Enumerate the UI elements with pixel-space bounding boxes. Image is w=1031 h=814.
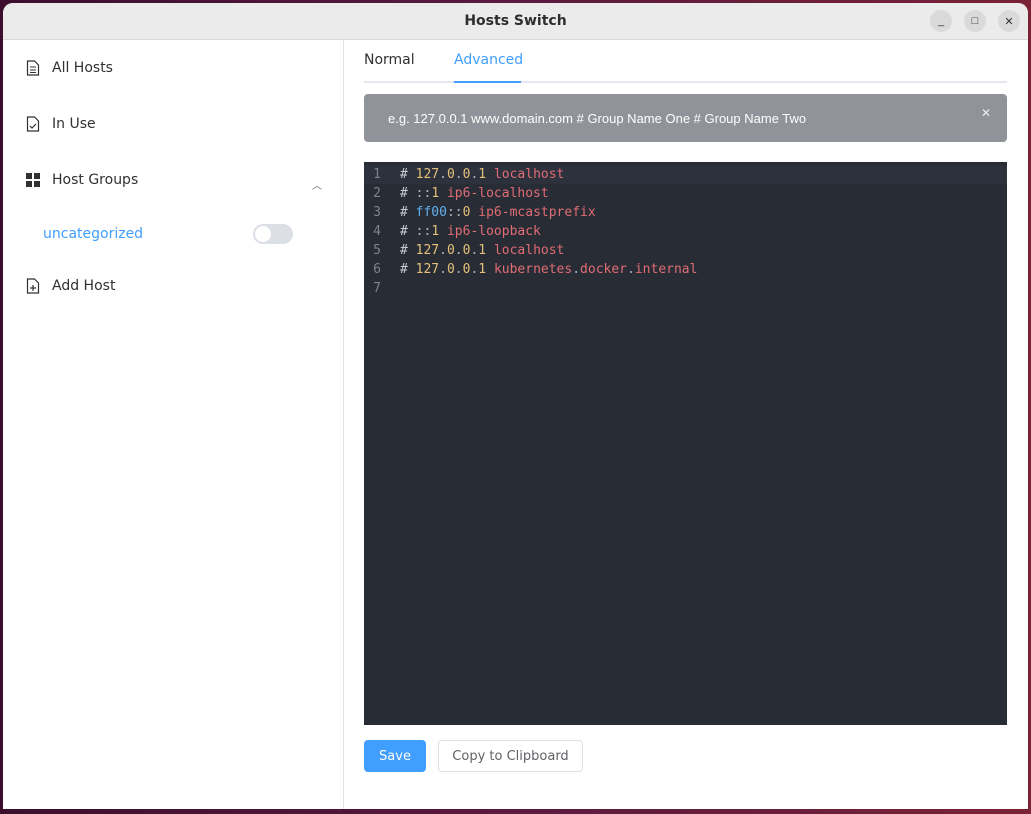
line-number: 7 xyxy=(373,281,381,296)
line-content: # 127.0.0.1 localhost xyxy=(400,167,565,182)
hint-alert: e.g. 127.0.0.1 www.domain.com # Group Na… xyxy=(364,94,1007,142)
title-bar: Hosts Switch _ □ ✕ xyxy=(3,3,1028,40)
sidebar-item-label: Add Host xyxy=(52,278,116,294)
copy-to-clipboard-button[interactable]: Copy to Clipboard xyxy=(438,740,583,772)
close-icon[interactable]: ✕ xyxy=(981,106,991,120)
main-panel: Normal Advanced e.g. 127.0.0.1 www.domai… xyxy=(344,40,1028,809)
line-content xyxy=(390,279,400,298)
active-tab-indicator xyxy=(454,81,521,83)
editor-line[interactable]: 5 # 127.0.0.1 localhost xyxy=(364,241,1007,260)
line-number: 4 xyxy=(373,224,381,239)
sidebar-item-host-groups[interactable]: Host Groups xyxy=(25,172,138,188)
tab-advanced[interactable]: Advanced xyxy=(454,52,523,68)
sidebar: All Hosts In Use Host Groups ︿ uncategor… xyxy=(3,40,344,809)
editor-line[interactable]: 1 # 127.0.0.1 localhost xyxy=(364,165,1007,184)
line-content: # ::1 ip6-localhost xyxy=(400,186,549,201)
maximize-button[interactable]: □ xyxy=(964,10,986,32)
maximize-icon: □ xyxy=(971,15,979,27)
close-button[interactable]: ✕ xyxy=(998,10,1020,32)
group-item-uncategorized[interactable]: uncategorized xyxy=(43,226,143,242)
editor-line[interactable]: 7 xyxy=(364,279,1007,298)
line-content: # ::1 ip6-loopback xyxy=(400,224,541,239)
editor-line[interactable]: 3 # ff00::0 ip6-mcastprefix xyxy=(364,203,1007,222)
line-content: # 127.0.0.1 localhost xyxy=(400,243,565,258)
minimize-button[interactable]: _ xyxy=(930,10,952,32)
sidebar-item-label: All Hosts xyxy=(52,60,113,76)
line-content: # ff00::0 ip6-mcastprefix xyxy=(400,205,596,220)
line-number: 3 xyxy=(373,205,381,220)
line-content: # 127.0.0.1 kubernetes.docker.internal xyxy=(400,262,698,277)
line-number: 6 xyxy=(373,262,381,277)
document-check-icon xyxy=(25,116,41,132)
hint-text: e.g. 127.0.0.1 www.domain.com # Group Na… xyxy=(388,110,807,126)
sidebar-item-in-use[interactable]: In Use xyxy=(25,116,96,132)
editor-line[interactable]: 2 # ::1 ip6-localhost xyxy=(364,184,1007,203)
sidebar-item-label: In Use xyxy=(52,116,96,132)
editor-line[interactable]: 4 # ::1 ip6-loopback xyxy=(364,222,1007,241)
tab-normal[interactable]: Normal xyxy=(364,52,415,68)
line-number: 1 xyxy=(373,167,381,182)
window-title: Hosts Switch xyxy=(464,13,567,29)
sidebar-item-label: Host Groups xyxy=(52,172,139,188)
line-number: 2 xyxy=(373,186,381,201)
document-add-icon xyxy=(25,278,41,294)
group-toggle[interactable] xyxy=(253,224,293,244)
sidebar-item-add-host[interactable]: Add Host xyxy=(25,278,115,294)
app-window: Hosts Switch _ □ ✕ All Hosts In Use Host… xyxy=(3,3,1028,809)
editor-line[interactable]: 6 # 127.0.0.1 kubernetes.docker.internal xyxy=(364,260,1007,279)
save-button[interactable]: Save xyxy=(364,740,426,772)
tab-bar: Normal Advanced xyxy=(364,40,1007,83)
code-editor[interactable]: 1 # 127.0.0.1 localhost 2 # ::1 ip6-localho… xyxy=(364,162,1007,725)
document-icon xyxy=(25,60,41,76)
chevron-up-icon[interactable]: ︿ xyxy=(312,177,322,192)
sidebar-item-all-hosts[interactable]: All Hosts xyxy=(25,60,113,76)
grid-icon xyxy=(25,172,41,188)
minimize-icon: _ xyxy=(937,15,945,27)
close-icon: ✕ xyxy=(1004,15,1014,28)
line-number: 5 xyxy=(373,243,381,258)
